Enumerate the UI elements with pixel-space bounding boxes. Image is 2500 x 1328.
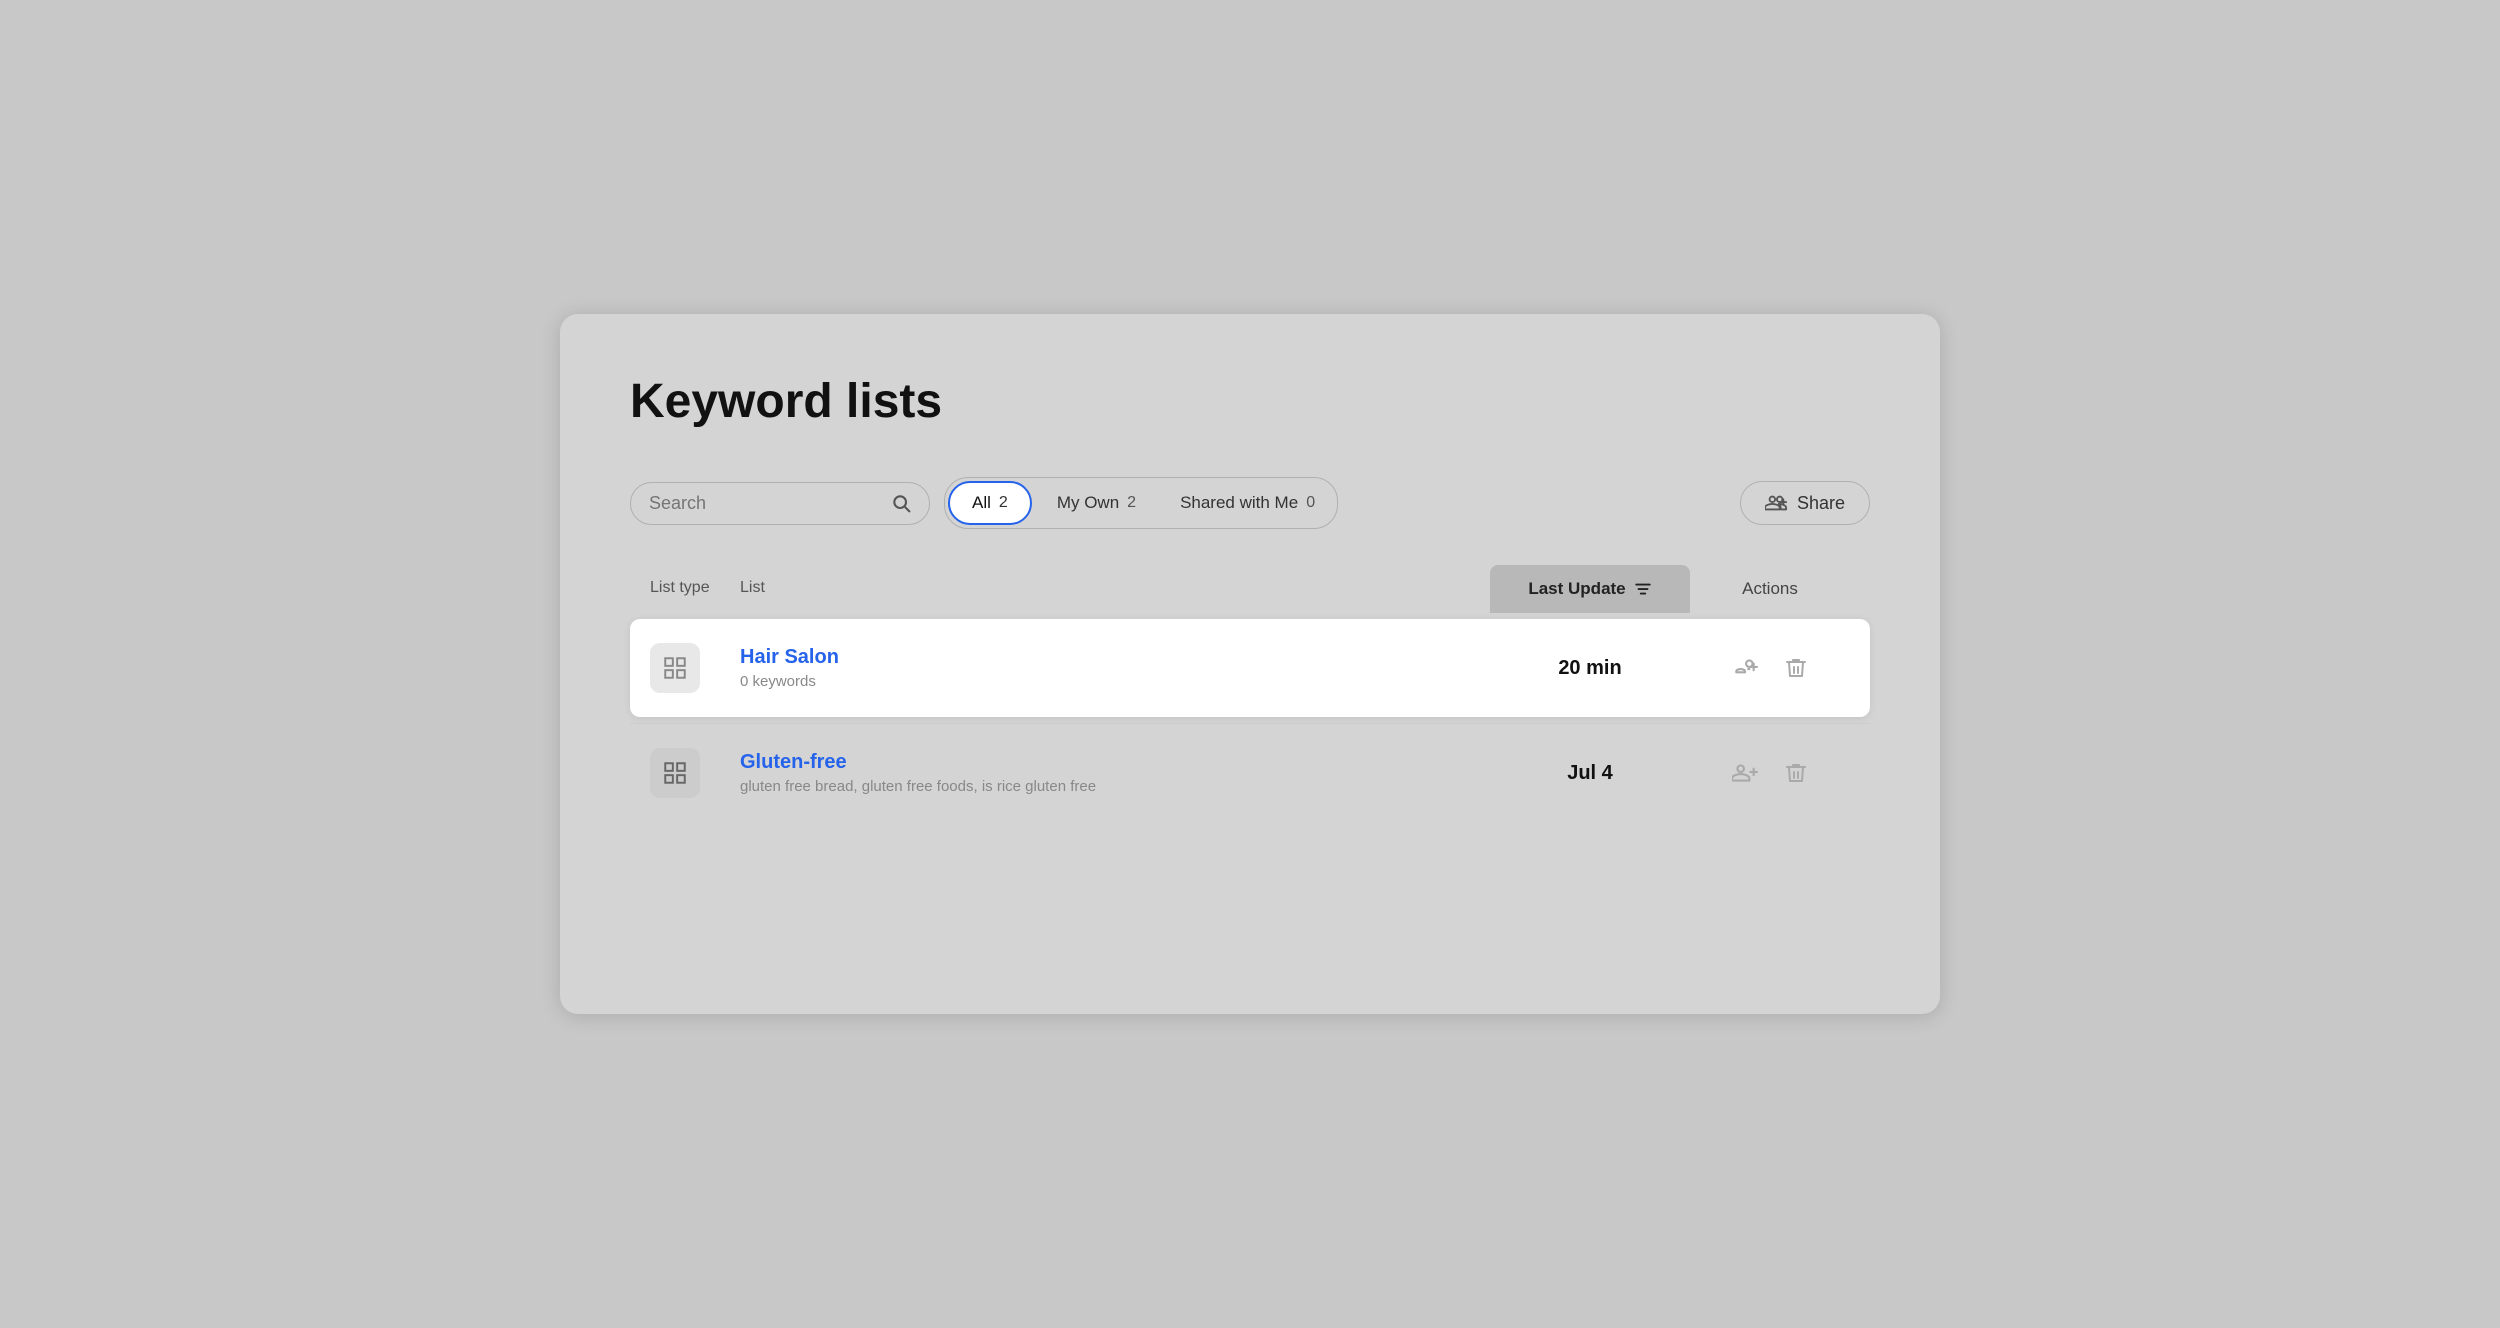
- share-button[interactable]: Share: [1740, 481, 1870, 525]
- list-sub: 0 keywords: [740, 673, 1490, 690]
- trash-icon: [1784, 656, 1808, 680]
- search-icon: [891, 493, 911, 513]
- page-title: Keyword lists: [630, 374, 1870, 429]
- list-name[interactable]: Gluten-free: [740, 751, 1490, 774]
- toolbar: All 2 My Own 2 Shared with Me 0 Sha: [630, 477, 1870, 529]
- list-icon: [650, 643, 700, 693]
- table: List type List Last Update Actions: [630, 565, 1870, 822]
- search-wrapper: [630, 482, 930, 525]
- list-icon: [650, 748, 700, 798]
- share-label: Share: [1797, 493, 1845, 514]
- add-user-button[interactable]: [1728, 756, 1762, 790]
- share-people-icon: [1765, 492, 1787, 514]
- filter-my-own[interactable]: My Own 2: [1035, 483, 1158, 523]
- person-add-icon: [1732, 760, 1758, 786]
- list-info: Hair Salon 0 keywords: [740, 646, 1490, 690]
- filter-all[interactable]: All 2: [948, 481, 1032, 525]
- list-info: Gluten-free gluten free bread, gluten fr…: [740, 751, 1490, 795]
- list-name[interactable]: Hair Salon: [740, 646, 1490, 669]
- main-card: Keyword lists All 2 My Own 2 Share: [560, 314, 1940, 1014]
- delete-button[interactable]: [1780, 652, 1812, 684]
- filter-shared[interactable]: Shared with Me 0: [1158, 483, 1337, 523]
- delete-button[interactable]: [1780, 757, 1812, 789]
- grid-icon: [662, 655, 688, 681]
- add-user-button[interactable]: [1728, 651, 1762, 685]
- list-sub: gluten free bread, gluten free foods, is…: [740, 778, 1490, 795]
- col-list-type: List type: [650, 579, 740, 599]
- col-actions: Actions: [1690, 579, 1850, 599]
- last-update-value: Jul 4: [1490, 762, 1690, 785]
- col-list: List: [740, 579, 1490, 599]
- grid-icon: [662, 760, 688, 786]
- filter-group: All 2 My Own 2 Shared with Me 0: [944, 477, 1338, 529]
- trash-icon: [1784, 761, 1808, 785]
- col-last-update: Last Update: [1490, 565, 1690, 613]
- table-header: List type List Last Update Actions: [630, 565, 1870, 613]
- row-actions: [1690, 756, 1850, 790]
- table-row: Hair Salon 0 keywords 20 min: [630, 619, 1870, 717]
- person-add-icon: [1732, 655, 1758, 681]
- table-row: Gluten-free gluten free bread, gluten fr…: [630, 723, 1870, 822]
- last-update-value: 20 min: [1490, 657, 1690, 680]
- sort-icon: [1634, 580, 1652, 598]
- search-button[interactable]: [891, 493, 911, 513]
- row-actions: [1690, 651, 1850, 685]
- search-input[interactable]: [649, 493, 881, 514]
